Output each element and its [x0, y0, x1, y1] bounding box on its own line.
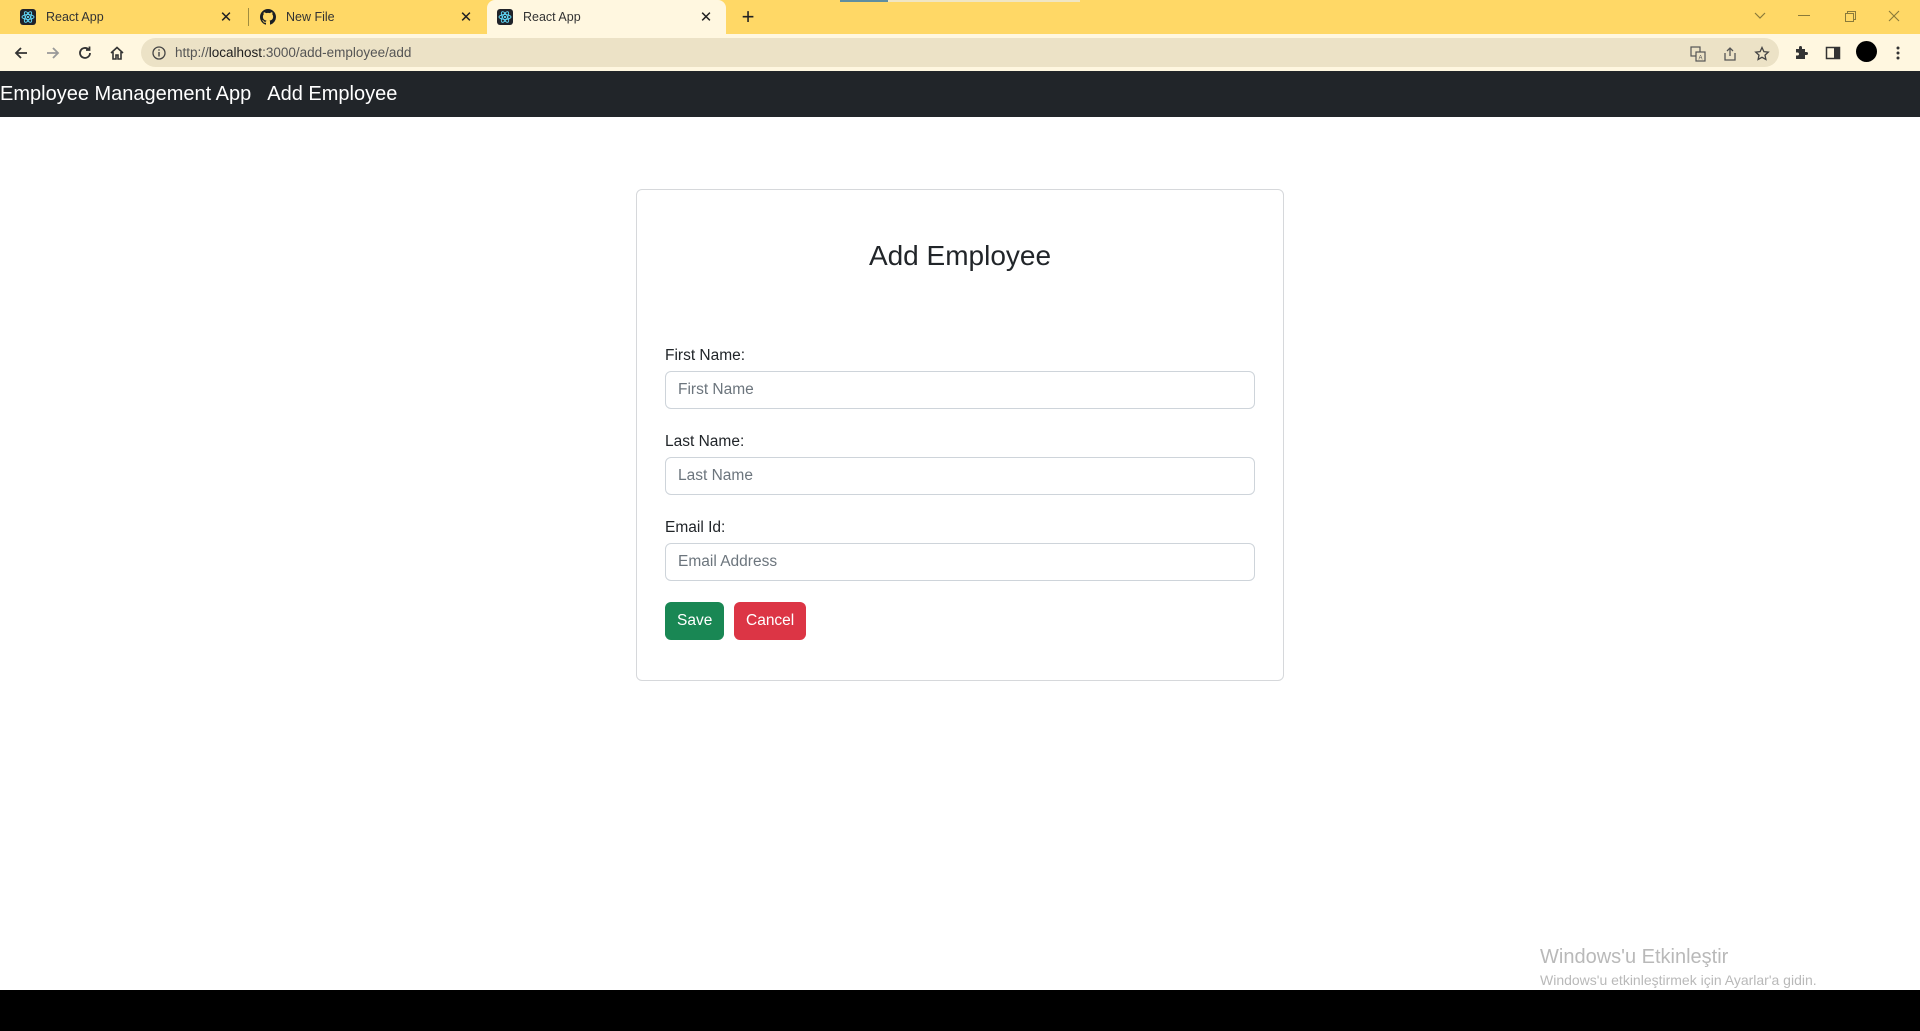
tab-separator [248, 8, 249, 26]
side-panel-icon[interactable] [1823, 43, 1843, 63]
first-name-group: First Name: [665, 347, 1255, 409]
minimize-icon[interactable] [1784, 4, 1824, 28]
github-icon [260, 9, 276, 25]
activation-watermark-subtitle: Windows'u etkinleştirmek için Ayarlar'a … [1540, 972, 1817, 988]
activation-watermark-title: Windows'u Etkinleştir [1540, 946, 1729, 968]
forward-arrow-icon[interactable] [40, 40, 66, 66]
svg-text:A: A [1698, 56, 1702, 62]
translate-icon[interactable]: A [1689, 45, 1707, 63]
close-icon[interactable]: ✕ [218, 9, 234, 26]
tab-title: React App [523, 10, 581, 24]
url-path: :3000/add-employee/add [262, 45, 412, 60]
cancel-button[interactable]: Cancel [734, 602, 806, 640]
taskbar-area [0, 990, 1920, 1031]
add-employee-card: Add Employee First Name: Last Name: Emai… [636, 189, 1284, 681]
new-tab-button[interactable]: + [736, 4, 760, 29]
info-icon[interactable] [151, 45, 167, 61]
extensions-puzzle-icon[interactable] [1791, 43, 1811, 63]
reload-icon[interactable] [72, 40, 98, 66]
save-button[interactable]: Save [665, 602, 724, 640]
bookmark-star-icon[interactable] [1753, 45, 1771, 63]
close-icon[interactable]: ✕ [698, 9, 714, 26]
first-name-label: First Name: [665, 347, 746, 364]
share-icon[interactable] [1721, 45, 1739, 63]
email-input[interactable] [665, 543, 1255, 581]
email-group: Email Id: [665, 519, 1255, 581]
last-name-input[interactable] [665, 457, 1255, 495]
back-arrow-icon[interactable] [8, 40, 34, 66]
react-icon [497, 9, 513, 25]
kebab-menu-icon[interactable] [1888, 43, 1908, 63]
profile-avatar[interactable] [1856, 41, 1877, 62]
last-name-group: Last Name: [665, 433, 1255, 495]
first-name-input[interactable] [665, 371, 1255, 409]
email-label: Email Id: [665, 519, 726, 536]
page-title: Add Employee [868, 240, 1052, 271]
close-icon[interactable]: ✕ [458, 9, 474, 26]
navbar-brand[interactable]: Employee Management App [0, 83, 251, 106]
browser-tab-1[interactable]: React App ✕ [0, 0, 246, 34]
react-icon [20, 9, 36, 25]
browser-tab-2[interactable]: New File ✕ [250, 0, 486, 34]
tab-title: New File [286, 10, 335, 24]
url-host: localhost [208, 45, 263, 60]
home-icon[interactable] [104, 40, 130, 66]
browser-toolbar: http://localhost:3000/add-employee/add A [0, 34, 1920, 71]
tab-strip-indicator-accent [840, 0, 888, 2]
close-window-icon[interactable] [1874, 4, 1914, 28]
chevron-down-icon[interactable] [1740, 4, 1780, 28]
browser-tab-bar: React App ✕ New File ✕ React App ✕ + [0, 0, 1920, 34]
browser-tab-3-active[interactable]: React App ✕ [487, 0, 726, 34]
url-text: http://localhost:3000/add-employee/add [175, 45, 411, 60]
tab-title: React App [46, 10, 104, 24]
app-navbar: Employee Management App Add Employee [0, 71, 1920, 117]
restore-icon[interactable] [1830, 4, 1870, 28]
url-prefix: http:// [175, 45, 209, 60]
last-name-label: Last Name: [665, 433, 745, 450]
address-bar[interactable]: http://localhost:3000/add-employee/add A [141, 38, 1779, 67]
nav-link-add-employee[interactable]: Add Employee [267, 83, 397, 106]
